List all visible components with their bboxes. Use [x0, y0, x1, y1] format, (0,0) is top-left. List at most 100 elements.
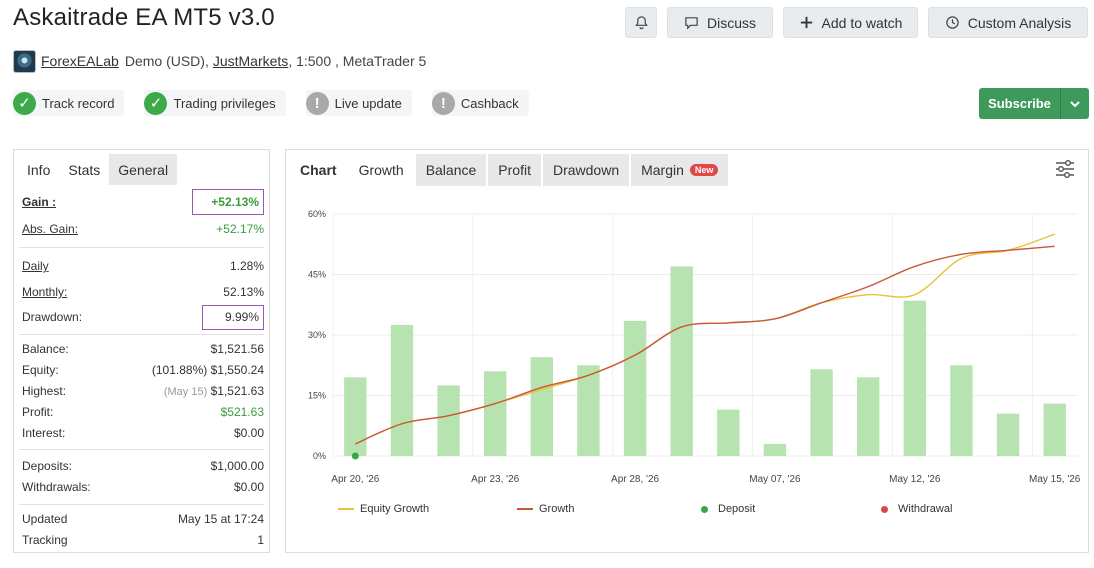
divider: [19, 449, 264, 450]
highest-value: $1,521.63: [210, 384, 264, 398]
tab-general[interactable]: General: [109, 154, 178, 185]
deposits-label: Deposits:: [22, 459, 73, 473]
daily-value: 1.28%: [229, 259, 264, 273]
add-to-watch-button[interactable]: Add to watch: [783, 7, 918, 38]
badges: ✓ Track record ✓ Trading privileges ! Li…: [13, 90, 529, 116]
x-tick-label: May 07, '26: [749, 474, 801, 485]
updated-value: May 15 at 17:24: [177, 512, 264, 526]
check-icon: ✓: [13, 91, 36, 115]
badge-label: Trading privileges: [173, 95, 276, 111]
legend-label: Deposit: [718, 503, 756, 515]
badge-trading-privileges[interactable]: ✓ Trading privileges: [144, 90, 286, 116]
author-link[interactable]: ForexEALab: [41, 53, 119, 69]
profit-label: Profit:: [22, 405, 54, 419]
custom-analysis-label: Custom Analysis: [967, 14, 1072, 31]
stat-abs-gain: Abs. Gain: +52.17%: [22, 219, 264, 239]
stat-updated: Updated May 15 at 17:24: [22, 509, 264, 529]
x-tick-label: May 12, '26: [889, 474, 941, 485]
subscribe-label[interactable]: Subscribe: [979, 88, 1061, 119]
tab-stats[interactable]: Stats: [59, 154, 110, 185]
equity-value: $1,550.24: [210, 363, 264, 377]
abs-gain-label: Abs. Gain:: [22, 222, 79, 236]
withdrawals-label: Withdrawals:: [22, 480, 91, 494]
account-details: , 1:500 , MetaTrader 5: [288, 53, 427, 69]
account-info: ForexEALab Demo (USD), JustMarkets , 1:5…: [13, 49, 426, 73]
chart-panel: Chart Growth Balance Profit Drawdown Mar…: [285, 149, 1089, 553]
broker-link[interactable]: JustMarkets: [213, 53, 288, 69]
badge-cashback[interactable]: ! Cashback: [431, 90, 529, 116]
chat-icon: [685, 17, 698, 30]
legend-label: Growth: [539, 503, 575, 515]
deposits-value: $1,000.00: [210, 459, 264, 473]
interest-value: $0.00: [233, 426, 264, 440]
page-title: Askaitrade EA MT5 v3.0: [13, 4, 275, 31]
bar: [856, 377, 880, 456]
exclamation-icon: !: [431, 91, 455, 115]
bar: [483, 371, 507, 456]
new-badge: New: [689, 164, 719, 176]
tab-profit[interactable]: Profit: [488, 154, 541, 186]
divider: [19, 334, 264, 335]
bar: [670, 266, 693, 456]
badge-track-record[interactable]: ✓ Track record: [13, 90, 125, 116]
stat-deposits: Deposits: $1,000.00: [22, 456, 264, 476]
bar: [577, 365, 600, 456]
badge-label: Track record: [42, 95, 115, 111]
tab-margin-label: Margin: [641, 162, 684, 178]
stat-monthly: Monthly: 52.13%: [22, 282, 264, 302]
exclamation-icon: !: [305, 91, 329, 115]
stat-gain: Gain : +52.13%: [22, 189, 264, 215]
bar: [437, 385, 460, 456]
clock-icon: [946, 16, 959, 29]
add-to-watch-label: Add to watch: [821, 14, 903, 31]
divider: [19, 504, 264, 505]
discuss-button[interactable]: Discuss: [667, 7, 773, 38]
tab-drawdown[interactable]: Drawdown: [542, 154, 630, 186]
deposit-point: [351, 452, 359, 460]
highest-label: Highest:: [22, 384, 67, 398]
tab-balance[interactable]: Balance: [415, 154, 487, 186]
legend-line: [338, 508, 354, 510]
monthly-label: Monthly:: [22, 285, 68, 299]
custom-analysis-button[interactable]: Custom Analysis: [928, 7, 1088, 38]
tracking-label: Tracking: [22, 533, 68, 547]
settings-sliders-icon[interactable]: [1054, 158, 1076, 180]
notification-button[interactable]: [625, 7, 657, 38]
divider: [19, 247, 264, 248]
legend-dot: [701, 505, 708, 513]
tab-info[interactable]: Info: [18, 154, 60, 185]
drawdown-value: 9.99%: [202, 304, 264, 330]
legend-label: Withdrawal: [898, 503, 953, 515]
balance-label: Balance:: [22, 342, 69, 356]
legend-withdrawal: Withdrawal: [875, 503, 952, 515]
x-tick-label: May 15, '26: [1029, 474, 1081, 485]
avatar: [13, 49, 36, 73]
stats-panel: Info Stats General Gain : +52.13% Abs. G…: [13, 149, 270, 553]
tab-growth[interactable]: Growth: [348, 154, 414, 186]
stat-tracking: Tracking 1: [22, 530, 264, 550]
balance-value: $1,521.56: [210, 342, 264, 356]
interest-label: Interest:: [22, 426, 66, 440]
discuss-label: Discuss: [706, 14, 756, 31]
chart-label: Chart: [290, 154, 347, 186]
legend-line: [517, 508, 533, 510]
y-tick-label: 45%: [308, 270, 326, 280]
chevron-down-icon[interactable]: [1061, 88, 1089, 119]
badge-label: Cashback: [460, 95, 519, 111]
monthly-value: 52.13%: [223, 285, 264, 299]
growth-line: [355, 245, 1055, 445]
equity-label: Equity:: [22, 363, 59, 377]
stat-equity: Equity: (101.88%) $1,550.24: [22, 360, 264, 380]
subscribe-button[interactable]: Subscribe: [979, 88, 1089, 119]
plus-icon: [800, 16, 812, 29]
legend-deposit: Deposit: [695, 503, 755, 515]
badge-live-update[interactable]: ! Live update: [305, 90, 412, 116]
bar: [810, 369, 833, 456]
legend-label: Equity Growth: [360, 503, 430, 515]
bell-icon: [634, 16, 648, 30]
bar: [717, 409, 740, 456]
tab-margin[interactable]: Margin New: [631, 154, 729, 186]
x-tick-label: Apr 20, '26: [331, 474, 379, 485]
y-tick-label: 0%: [313, 451, 326, 461]
legend-equity-growth: Equity Growth: [338, 503, 429, 515]
